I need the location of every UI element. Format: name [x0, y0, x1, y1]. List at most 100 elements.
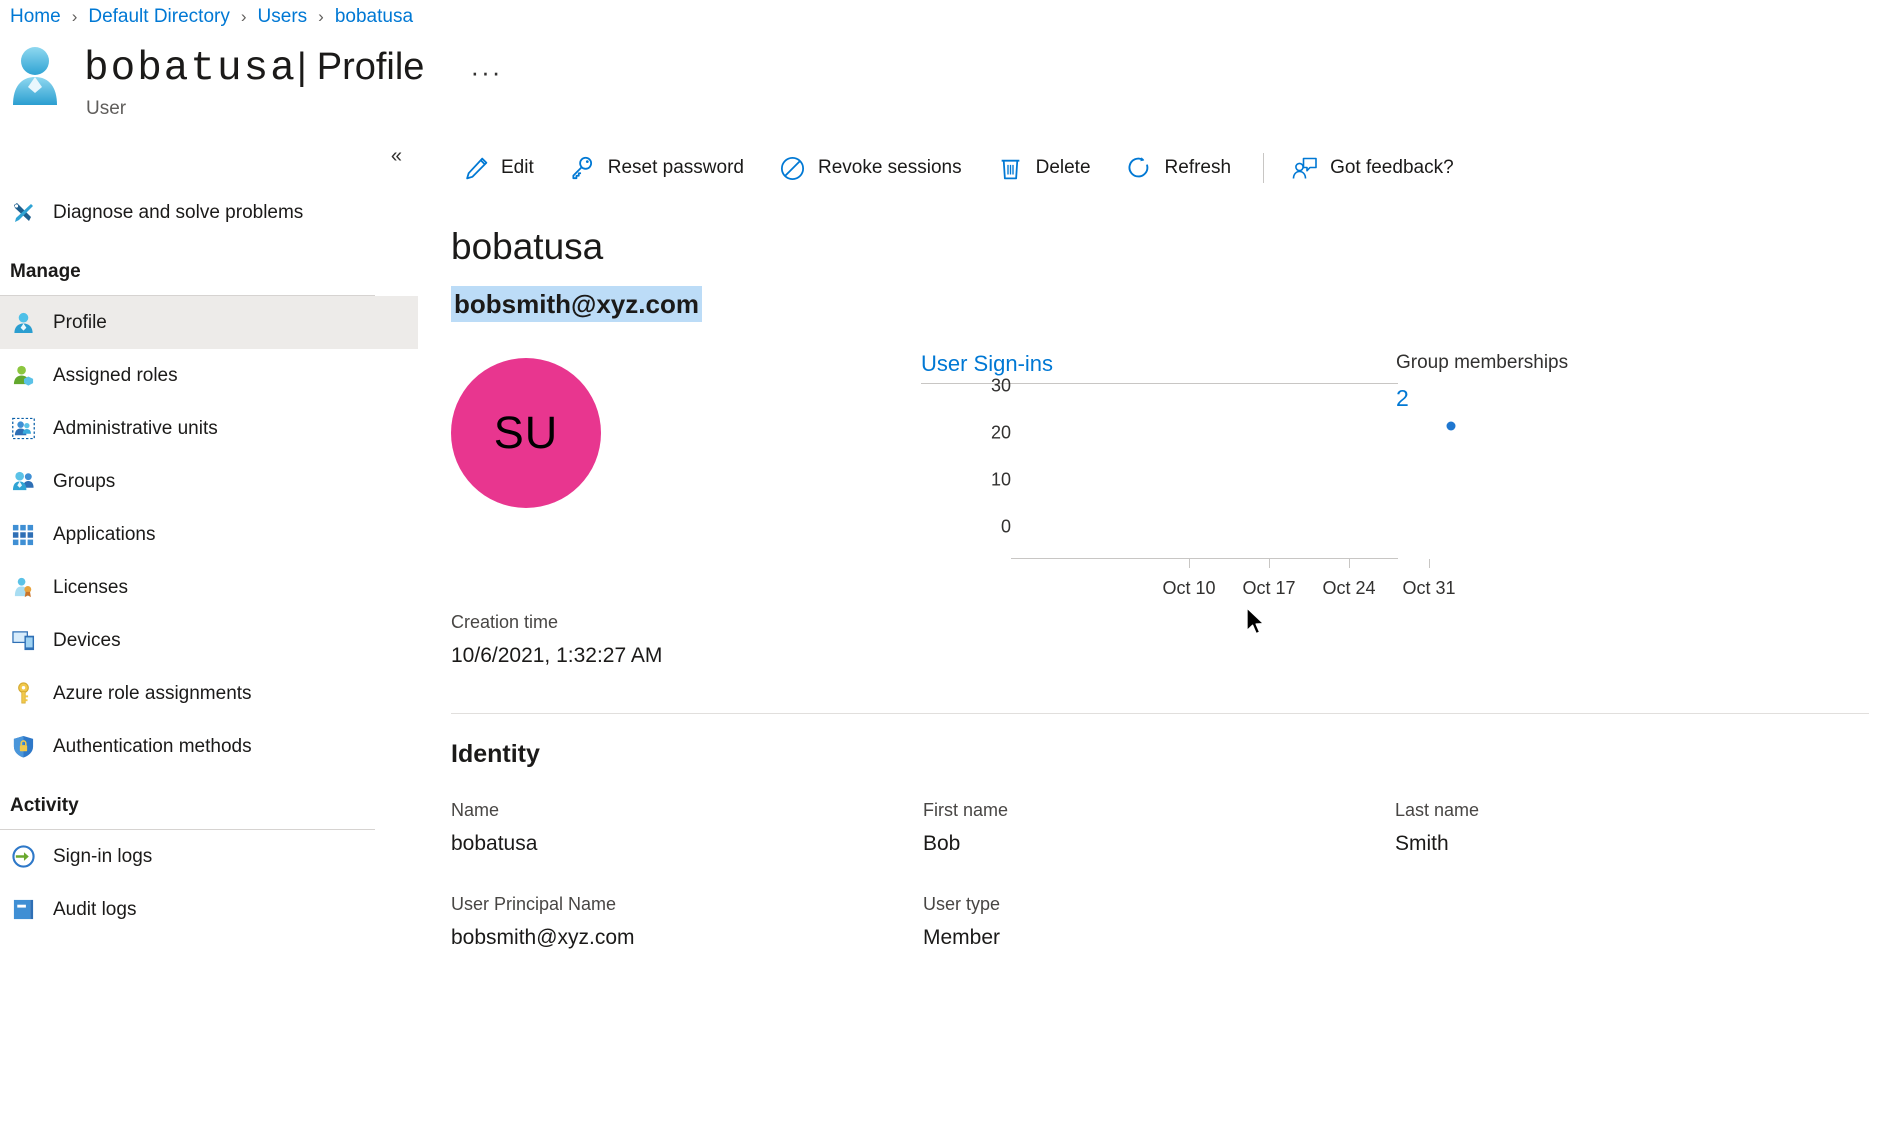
x-axis-line [1011, 558, 1398, 559]
user-sign-ins-chart: 30 20 10 0 Oct 10 Oct 17 Oct 24 Oct 31 [921, 384, 1398, 559]
sidebar-item-assigned-roles[interactable]: Assigned roles [0, 349, 418, 402]
audit-book-icon [10, 897, 36, 923]
administrative-units-icon [10, 416, 36, 442]
sidebar-group-manage: Manage [0, 239, 418, 295]
applications-grid-icon [10, 522, 36, 548]
breadcrumb-item-default-directory[interactable]: Default Directory [88, 6, 230, 28]
sidebar-item-label: Audit logs [53, 899, 136, 921]
sidebar-item-label: Authentication methods [53, 736, 252, 758]
delete-button[interactable]: Delete [986, 146, 1103, 190]
user-display-name: bobatusa [451, 225, 603, 269]
user-icon [10, 310, 36, 336]
field-value: Bob [923, 830, 1395, 858]
command-bar-divider [1263, 153, 1264, 183]
page-title-section: Profile [317, 38, 425, 96]
identity-section-heading: Identity [451, 740, 540, 769]
page-subtitle: User [86, 98, 126, 120]
groups-icon [10, 469, 36, 495]
field-value: 10/6/2021, 1:32:27 AM [451, 642, 662, 670]
group-memberships-card: Group memberships 2 [1396, 350, 1646, 412]
breadcrumb-separator-icon: › [241, 7, 247, 27]
sidebar-item-label: Applications [53, 524, 155, 546]
field-label: Last name [1395, 798, 1867, 822]
sidebar-item-audit-logs[interactable]: Audit logs [0, 883, 418, 936]
x-axis-tick-mark [1269, 559, 1270, 568]
x-axis-tick-label: Oct 17 [1242, 578, 1295, 599]
user-sign-ins-card: User Sign-ins 30 20 10 0 Oct 10 Oct 17 O… [921, 350, 1398, 559]
sidebar-item-label: Sign-in logs [53, 846, 152, 868]
feedback-person-icon [1292, 155, 1318, 181]
sidebar-item-devices[interactable]: Devices [0, 614, 418, 667]
sidebar-item-profile[interactable]: Profile [0, 296, 418, 349]
command-label: Refresh [1165, 157, 1232, 179]
field-label: Name [451, 798, 923, 822]
identity-field-first-name: First name Bob [923, 798, 1395, 858]
breadcrumb: Home › Default Directory › Users › bobat… [10, 0, 413, 34]
y-axis-tick-label: 20 [951, 423, 1011, 444]
sidebar-group-label: Manage [10, 261, 418, 295]
devices-icon [10, 628, 36, 654]
field-value: bobsmith@xyz.com [451, 924, 923, 952]
sidebar-item-label: Licenses [53, 577, 128, 599]
identity-field-user-principal-name: User Principal Name bobsmith@xyz.com [451, 892, 923, 952]
section-divider [451, 713, 1869, 714]
identity-field-name: Name bobatusa [451, 798, 923, 858]
sidebar-item-groups[interactable]: Groups [0, 455, 418, 508]
sidebar-item-administrative-units[interactable]: Administrative units [0, 402, 418, 455]
wrench-screwdriver-icon [10, 200, 36, 226]
breadcrumb-separator-icon: › [72, 7, 78, 27]
x-axis-tick-label: Oct 31 [1402, 578, 1455, 599]
sidebar-item-label: Diagnose and solve problems [53, 202, 303, 224]
refresh-icon [1127, 155, 1153, 181]
field-value: Smith [1395, 830, 1867, 858]
license-icon [10, 575, 36, 601]
x-axis-tick-label: Oct 10 [1162, 578, 1215, 599]
group-memberships-label: Group memberships [1396, 350, 1646, 376]
group-memberships-value[interactable]: 2 [1396, 385, 1409, 412]
identity-field-last-name: Last name Smith [1395, 798, 1867, 858]
sidebar-item-applications[interactable]: Applications [0, 508, 418, 561]
chart-plot-area: 30 20 10 0 Oct 10 Oct 17 Oct 24 Oct 31 [1011, 384, 1398, 559]
more-options-icon[interactable]: ··· [470, 43, 502, 101]
chart-data-point [1447, 422, 1456, 431]
sidebar-item-licenses[interactable]: Licenses [0, 561, 418, 614]
breadcrumb-item-users[interactable]: Users [258, 6, 308, 28]
page-title-pipe: | [297, 38, 307, 96]
sidebar-item-sign-in-logs[interactable]: Sign-in logs [0, 830, 418, 883]
identity-field-user-type: User type Member [923, 892, 1395, 952]
x-axis-tick-mark [1349, 559, 1350, 568]
breadcrumb-item-home[interactable]: Home [10, 6, 61, 28]
mouse-cursor [1246, 607, 1268, 639]
page-title: bobatusa | Profile ··· [84, 38, 502, 98]
page-header: bobatusa | Profile ··· User [0, 38, 1886, 130]
reset-password-button[interactable]: Reset password [558, 146, 756, 190]
collapse-sidebar-button[interactable]: « [391, 146, 402, 166]
identity-field-empty [1395, 892, 1867, 952]
sidebar-item-azure-role-assignments[interactable]: Azure role assignments [0, 667, 418, 720]
sidebar-item-label: Groups [53, 471, 115, 493]
refresh-button[interactable]: Refresh [1115, 146, 1244, 190]
creation-time-field: Creation time 10/6/2021, 1:32:27 AM [451, 610, 662, 670]
sidebar-item-label: Profile [53, 312, 107, 334]
shield-lock-icon [10, 734, 36, 760]
got-feedback-button[interactable]: Got feedback? [1280, 146, 1466, 190]
assigned-roles-icon [10, 363, 36, 389]
content-area: Edit Reset password Revoke sessions [418, 140, 1886, 1130]
breadcrumb-item-bobatusa[interactable]: bobatusa [335, 6, 413, 28]
field-value: Member [923, 924, 1395, 952]
edit-button[interactable]: Edit [451, 146, 546, 190]
user-sign-ins-link[interactable]: User Sign-ins [921, 350, 1053, 378]
sidebar-item-authentication-methods[interactable]: Authentication methods [0, 720, 418, 773]
page-title-name: bobatusa [84, 40, 297, 98]
field-label: User type [923, 892, 1395, 916]
avatar-initials: SU [494, 407, 559, 459]
sidebar-item-label: Azure role assignments [53, 683, 252, 705]
breadcrumb-separator-icon: › [318, 7, 324, 27]
field-label: First name [923, 798, 1395, 822]
command-bar: Edit Reset password Revoke sessions [418, 140, 1886, 196]
x-axis-tick-mark [1429, 559, 1430, 568]
sidebar-item-diagnose-and-solve-problems[interactable]: Diagnose and solve problems [0, 186, 418, 239]
revoke-sessions-button[interactable]: Revoke sessions [768, 146, 974, 190]
key-icon [570, 155, 596, 181]
y-axis-tick-label: 0 [951, 517, 1011, 538]
